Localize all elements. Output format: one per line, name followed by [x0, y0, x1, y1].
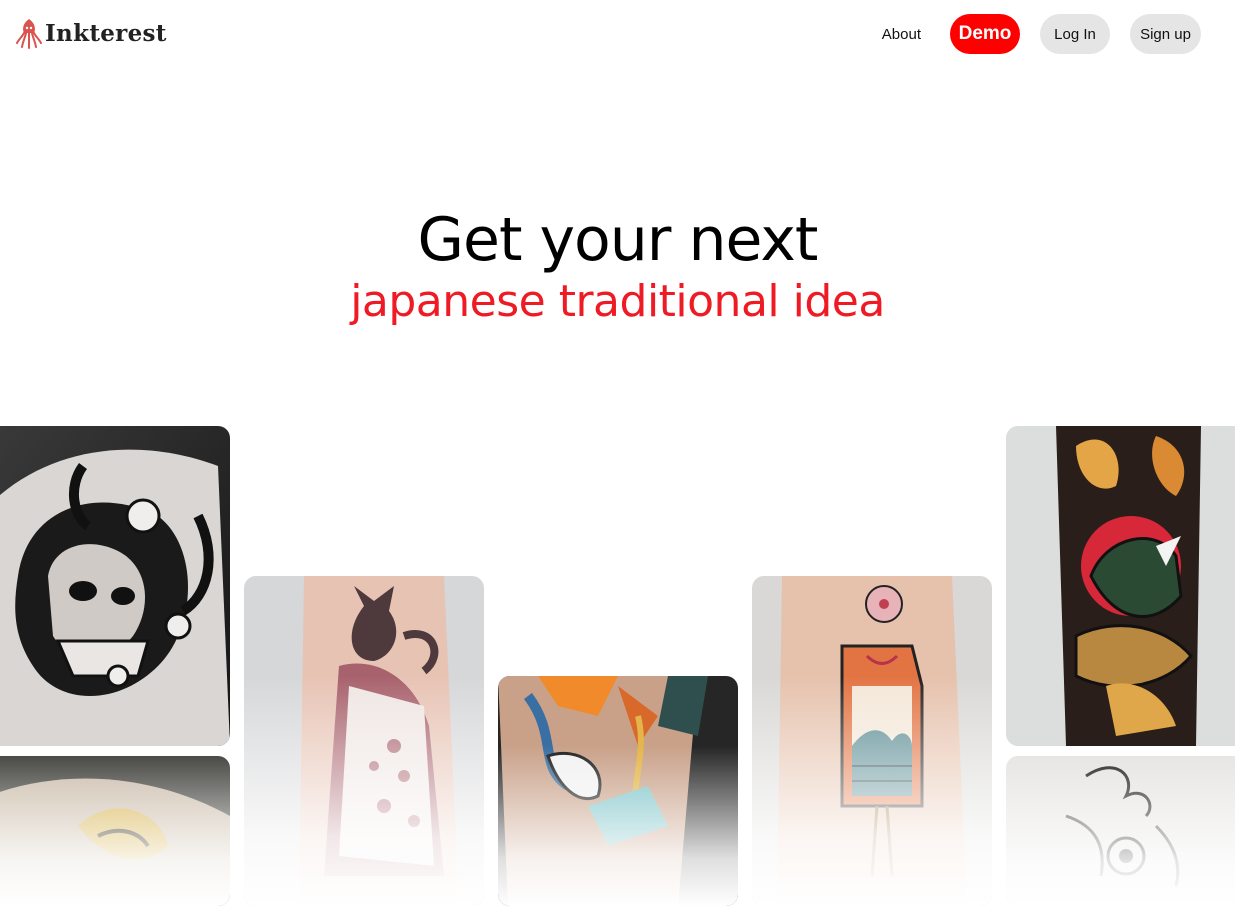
tattoo-gallery [0, 0, 1235, 906]
wave-fish-tattoo-image [1006, 756, 1235, 906]
geisha-cat-tattoo-image [244, 576, 484, 906]
hannya-mask-tattoo-image [0, 426, 230, 746]
omamori-wave-tattoo-image [752, 576, 992, 906]
gallery-card-crane[interactable] [498, 676, 738, 906]
gallery-card-koi[interactable] [0, 756, 230, 906]
crane-tiger-tattoo-image [498, 676, 738, 906]
gallery-card-hannya[interactable] [0, 426, 230, 746]
gallery-card-omamori[interactable] [752, 576, 992, 906]
gallery-card-snake[interactable] [1006, 426, 1235, 746]
gallery-card-geisha-cat[interactable] [244, 576, 484, 906]
gallery-card-wave-fish[interactable] [1006, 756, 1235, 906]
snake-tattoo-image [1006, 426, 1235, 746]
koi-fish-tattoo-image [0, 756, 230, 906]
